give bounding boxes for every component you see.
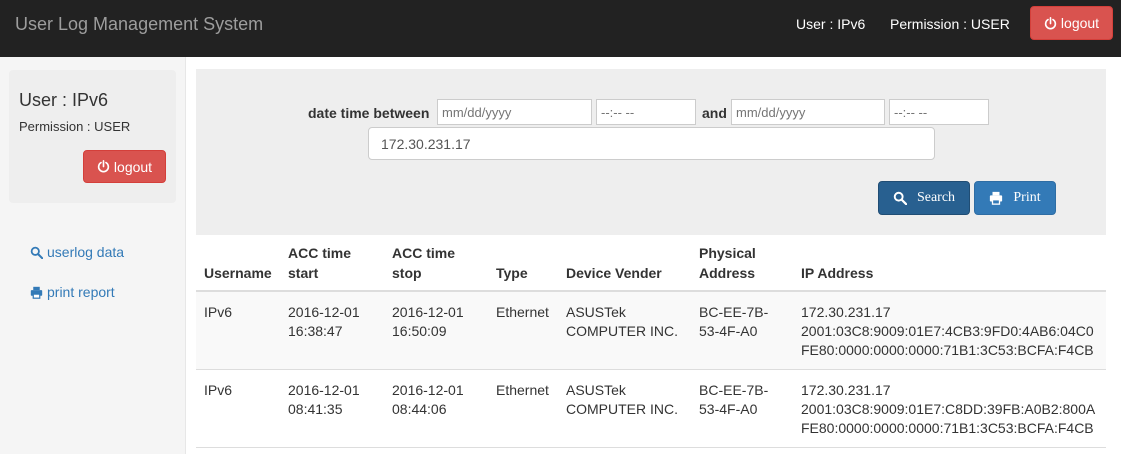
sidebar-item-print-report[interactable]: print report <box>30 284 115 300</box>
print-icon <box>990 191 1003 205</box>
header-acc-stop: ACC time stop <box>392 245 456 281</box>
sidebar-user: User : IPv6 <box>19 90 109 110</box>
power-icon <box>1044 16 1057 29</box>
power-icon <box>97 160 110 173</box>
navbar-permission: Permission : USER <box>890 16 1010 32</box>
print-button[interactable]: Print <box>974 181 1056 215</box>
search-panel: date time between and Search Print <box>196 69 1106 235</box>
cell-device-vender: ASUSTek COMPUTER INC. <box>566 304 678 339</box>
header-type: Type <box>496 265 528 281</box>
cell-acc-start: 2016-12-01 08:41:35 <box>288 382 360 417</box>
search-icon <box>893 191 907 205</box>
cell-type: Ethernet <box>496 304 549 320</box>
table-row: IPv6 2016-12-01 08:41:35 2016-12-01 08:44:… <box>196 370 1106 448</box>
search-icon <box>30 246 43 259</box>
cell-physical-address: BC-EE-7B- 53-4F-A0 <box>699 382 769 417</box>
start-date-input[interactable] <box>437 99 592 125</box>
navbar-user: User : IPv6 <box>796 16 866 32</box>
table-row: IPv6 2016-12-01 16:38:47 2016-12-01 16:50:… <box>196 292 1106 370</box>
navbar-logout-label: logout <box>1060 15 1100 31</box>
header-device-vender: Device Vender <box>566 265 662 281</box>
print-icon <box>30 286 43 299</box>
start-time-input[interactable] <box>596 99 696 125</box>
navbar-logout-button[interactable]: logout <box>1030 6 1113 40</box>
sidebar: User : IPv6 Permission : USER logout use… <box>0 57 186 454</box>
top-navbar: User Log Management System User : IPv6 P… <box>0 0 1121 57</box>
search-button[interactable]: Search <box>878 181 970 215</box>
header-acc-start: ACC time start <box>288 245 352 281</box>
cell-physical-address: BC-EE-7B- 53-4F-A0 <box>699 304 769 339</box>
user-card: User : IPv6 Permission : USER logout <box>9 70 176 203</box>
date-between-label: date time between <box>308 105 430 121</box>
sidebar-item-userlog-data[interactable]: userlog data <box>30 244 124 260</box>
header-ip-address: IP Address <box>801 265 874 281</box>
sidebar-logout-button[interactable]: logout <box>83 150 166 183</box>
cell-acc-start: 2016-12-01 16:38:47 <box>288 304 360 339</box>
table-header: Username ACC time start ACC time stop Type… <box>196 235 1106 292</box>
cell-type: Ethernet <box>496 382 549 398</box>
cell-ip-address: 172.30.231.17 2001:03C8:9009:01E7:C8DD:39… <box>801 382 1096 436</box>
cell-acc-stop: 2016-12-01 08:44:06 <box>392 382 464 417</box>
end-date-input[interactable] <box>731 99 885 125</box>
userlog-table: Username ACC time start ACC time stop Type… <box>196 235 1106 448</box>
cell-device-vender: ASUSTek COMPUTER INC. <box>566 382 678 417</box>
print-button-label: Print <box>1013 190 1041 205</box>
sidebar-item-label: userlog data <box>47 244 125 260</box>
app-title[interactable]: User Log Management System <box>15 13 263 35</box>
header-physical-address: Physical Address <box>699 245 756 281</box>
header-username: Username <box>204 265 272 281</box>
sidebar-permission: Permission : USER <box>19 119 131 134</box>
ip-address-input[interactable] <box>368 127 935 160</box>
end-time-input[interactable] <box>889 99 989 125</box>
cell-ip-address: 172.30.231.17 2001:03C8:9009:01E7:4CB3:9F… <box>801 304 1094 358</box>
cell-username: IPv6 <box>204 304 233 320</box>
search-button-label: Search <box>916 190 956 205</box>
sidebar-logout-label: logout <box>113 158 153 175</box>
sidebar-item-label: print report <box>47 284 115 300</box>
and-label: and <box>702 105 727 121</box>
cell-acc-stop: 2016-12-01 16:50:09 <box>392 304 464 339</box>
cell-username: IPv6 <box>204 382 233 398</box>
